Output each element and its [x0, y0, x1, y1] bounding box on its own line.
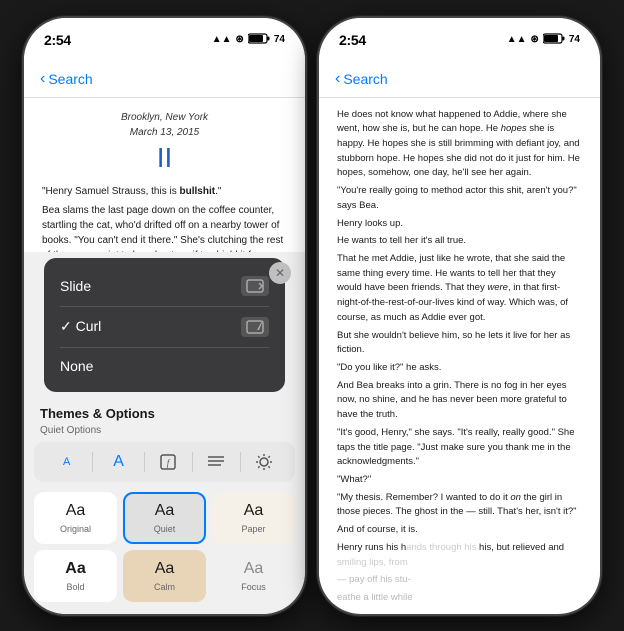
large-font-button[interactable]: A [103, 448, 135, 476]
themes-grid: Aa Original Aa Quiet Aa Paper Aa Bold [24, 486, 305, 614]
back-arrow-icon: ‹ [40, 70, 45, 88]
theme-focus-label: Focus [241, 582, 266, 592]
font-divider-4 [240, 452, 241, 472]
left-status-icons: ▲▲ ⊛ 74 [212, 33, 285, 47]
theme-bold-text: Aa [65, 560, 85, 578]
theme-focus[interactable]: Aa Focus [212, 550, 295, 602]
slide-label: Slide [60, 278, 91, 294]
theme-original[interactable]: Aa Original [34, 492, 117, 544]
bottom-panel: Slide ✓ Curl [24, 252, 305, 614]
svg-text:f: f [167, 458, 171, 468]
theme-paper[interactable]: Aa Paper [212, 492, 295, 544]
right-para-1: "You're really going to method actor thi… [337, 184, 582, 213]
right-para-12: Henry runs his hands through his his, bu… [337, 541, 582, 570]
font-style-button[interactable]: f [154, 448, 182, 476]
small-font-button[interactable]: A [51, 448, 83, 476]
left-back-button[interactable]: ‹ Search [40, 70, 93, 88]
phones-container: 2:54 ▲▲ ⊛ 74 ‹ Search [12, 6, 612, 626]
themes-subtitle: Quiet Options [24, 425, 305, 438]
font-divider-1 [92, 452, 93, 472]
theme-original-label: Original [60, 524, 91, 534]
right-book-content: He does not know what happened to Addie,… [319, 98, 600, 604]
right-status-bar: 2:54 ▲▲ ⊛ 74 [319, 18, 600, 62]
right-wifi-icon: ⊛ [530, 34, 538, 45]
theme-calm-text: Aa [155, 560, 175, 578]
theme-paper-label: Paper [241, 524, 265, 534]
right-status-icons: ▲▲ ⊛ 74 [507, 33, 580, 47]
right-para-13: — pay off his stu- [337, 573, 582, 588]
right-para-8: "It's good, Henry," she says. "It's real… [337, 426, 582, 470]
font-divider-3 [192, 452, 193, 472]
theme-bold[interactable]: Aa Bold [34, 550, 117, 602]
right-nav-bar: ‹ Search [319, 62, 600, 98]
right-para-3: He wants to tell her it's all true. [337, 234, 582, 249]
left-status-bar: 2:54 ▲▲ ⊛ 74 [24, 18, 305, 62]
brightness-button[interactable] [250, 448, 278, 476]
right-back-arrow-icon: ‹ [335, 70, 340, 88]
right-para-9: "What?" [337, 473, 582, 488]
left-back-label: Search [48, 71, 92, 87]
theme-quiet-text: Aa [155, 502, 175, 520]
theme-bold-label: Bold [66, 582, 84, 592]
right-para-0: He does not know what happened to Addie,… [337, 108, 582, 182]
themes-header: Themes & Options [24, 396, 305, 425]
theme-calm-label: Calm [154, 582, 175, 592]
right-phone: 2:54 ▲▲ ⊛ 74 ‹ Search [317, 16, 602, 616]
right-para-2: Henry looks up. [337, 217, 582, 232]
right-back-button[interactable]: ‹ Search [335, 70, 388, 88]
right-para-4: That he met Addie, just like he wrote, t… [337, 252, 582, 326]
left-time: 2:54 [44, 32, 71, 48]
slide-menu: Slide ✓ Curl [44, 258, 285, 392]
book-location: Brooklyn, New York March 13, 2015 [42, 110, 287, 141]
wifi-icon: ⊛ [235, 34, 243, 45]
para-0: "Henry Samuel Strauss, this is bullshit.… [42, 184, 287, 199]
theme-original-text: Aa [66, 502, 86, 520]
slide-menu-item-none[interactable]: None [44, 348, 285, 384]
right-para-6: "Do you like it?" he asks. [337, 361, 582, 376]
right-time: 2:54 [339, 32, 366, 48]
right-para-5: But she wouldn't believe him, so he lets… [337, 329, 582, 358]
font-divider-2 [144, 452, 145, 472]
curl-icon [241, 317, 269, 337]
book-header: Brooklyn, New York March 13, 2015 II [42, 110, 287, 175]
left-nav-bar: ‹ Search [24, 62, 305, 98]
battery-pct: 74 [274, 34, 285, 45]
right-battery-pct: 74 [569, 34, 580, 45]
right-para-10: "My thesis. Remember? I wanted to do it … [337, 491, 582, 520]
slide-icon [241, 276, 269, 296]
right-para-11: And of course, it is. [337, 523, 582, 538]
slide-menu-item-slide[interactable]: Slide [44, 266, 285, 306]
font-size-row: A A f [34, 442, 295, 482]
theme-focus-text: Aa [244, 560, 264, 578]
right-signal-icon: ▲▲ [507, 34, 527, 45]
none-label: None [60, 358, 93, 374]
theme-quiet[interactable]: Aa Quiet [123, 492, 206, 544]
close-button[interactable]: ✕ [269, 262, 291, 284]
right-back-label: Search [343, 71, 387, 87]
themes-title: Themes & Options [40, 406, 155, 421]
theme-calm[interactable]: Aa Calm [123, 550, 206, 602]
chapter-number: II [42, 141, 287, 175]
slide-menu-item-curl[interactable]: ✓ Curl [44, 307, 285, 347]
curl-label: ✓ Curl [60, 318, 101, 335]
text-align-button[interactable] [202, 448, 230, 476]
theme-paper-text: Aa [244, 502, 264, 520]
left-phone: 2:54 ▲▲ ⊛ 74 ‹ Search [22, 16, 307, 616]
right-para-7: And Bea breaks into a grin. There is no … [337, 379, 582, 423]
right-para-14: eathe a little while [337, 591, 582, 603]
theme-quiet-label: Quiet [154, 524, 176, 534]
right-battery-icon [543, 33, 565, 47]
signal-icon: ▲▲ [212, 34, 232, 45]
battery-icon [248, 33, 270, 47]
